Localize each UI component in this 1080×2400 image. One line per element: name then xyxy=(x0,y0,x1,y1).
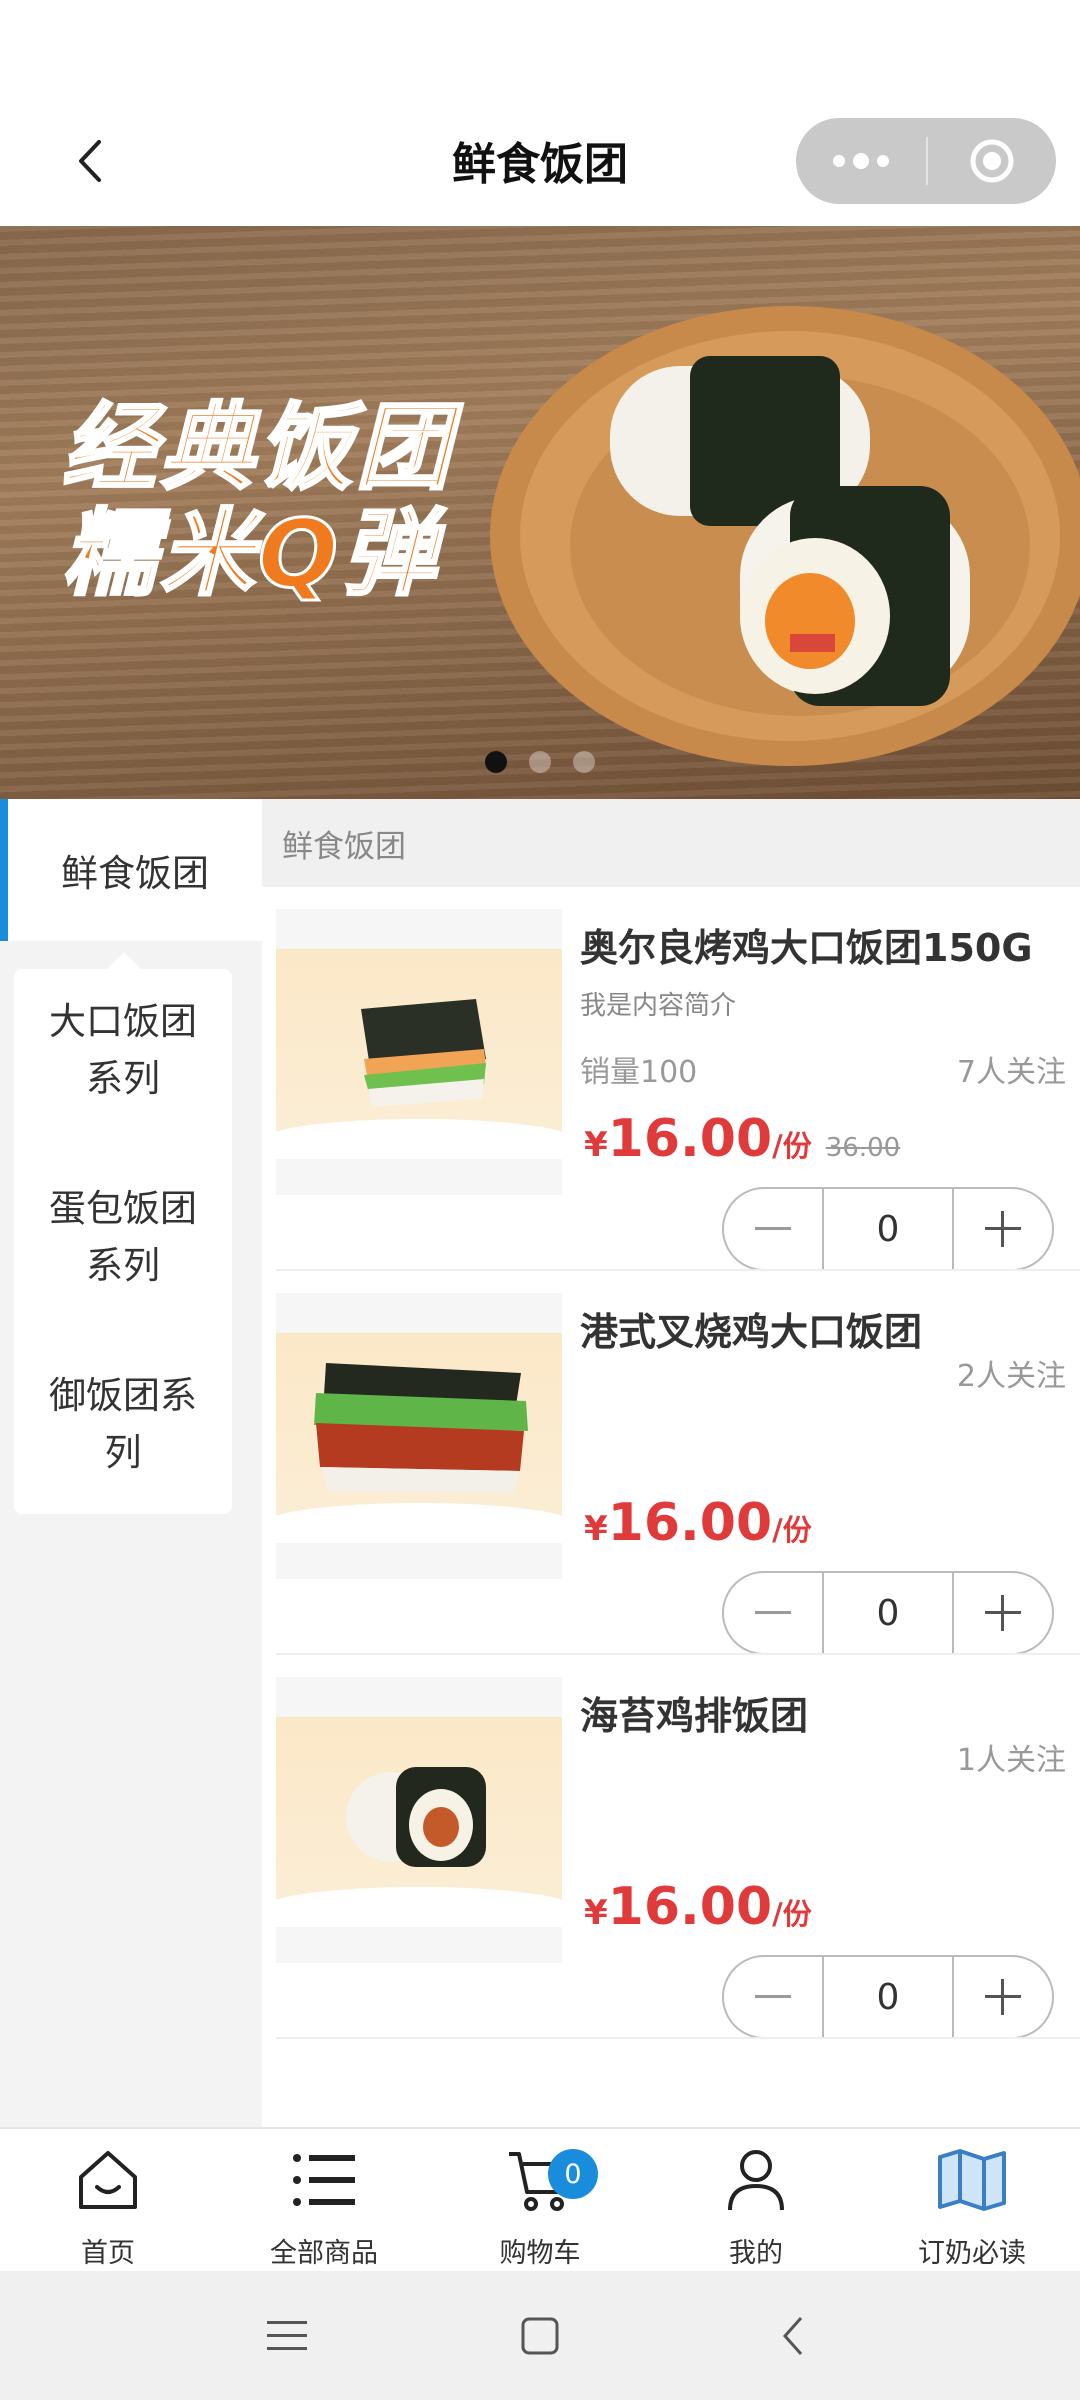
product-image xyxy=(276,1293,562,1579)
user-icon xyxy=(719,2143,793,2217)
product-name: 奥尔良烤鸡大口饭团150G xyxy=(580,926,1033,970)
quantity-stepper: 0 xyxy=(722,1571,1054,1655)
system-nav-bar xyxy=(0,2271,1080,2400)
onigiri-image xyxy=(346,1767,486,1867)
product-follow-count: 1人关注 xyxy=(956,1743,1066,1778)
home-nav-button[interactable] xyxy=(510,2306,570,2366)
quantity-value[interactable]: 0 xyxy=(822,1957,954,2037)
tab-label: 购物车 xyxy=(499,2238,581,2269)
sidebar-item-active[interactable]: 鲜食饭团 xyxy=(0,799,262,941)
cart-badge: 0 xyxy=(548,2149,598,2199)
banner-line-2: 糯米Q弹 xyxy=(60,500,440,609)
product-price: ¥16.00/份 36.00 xyxy=(584,1109,901,1169)
carousel-dots xyxy=(0,751,1080,773)
product-follow-count: 2人关注 xyxy=(956,1359,1066,1394)
increase-button[interactable] xyxy=(954,1189,1052,1269)
more-button[interactable] xyxy=(796,118,926,204)
tab-guide[interactable]: 订奶必读 xyxy=(864,2129,1080,2271)
tab-label: 全部商品 xyxy=(270,2238,378,2269)
product-card[interactable]: 港式叉烧鸡大口饭团 2人关注 ¥16.00/份 0 xyxy=(262,1271,1080,1655)
quantity-value[interactable]: 0 xyxy=(822,1573,954,1653)
tab-home[interactable]: 首页 xyxy=(0,2129,216,2271)
banner-slogan: 经典饭团 糯米Q弹 xyxy=(60,394,455,609)
nav-header: 鲜食饭团 xyxy=(0,0,1080,226)
decrease-button[interactable] xyxy=(724,1189,822,1269)
plus-icon xyxy=(985,1979,1021,2015)
product-card[interactable]: 奥尔良烤鸡大口饭团150G 我是内容简介 销量100 7人关注 ¥16.00/份… xyxy=(262,887,1080,1271)
decrease-button[interactable] xyxy=(724,1573,822,1653)
plus-icon xyxy=(985,1595,1021,1631)
minus-icon xyxy=(755,1611,791,1614)
category-sidebar: 鲜食饭团 大口饭团 系列 蛋包饭团 系列 御饭团系列 xyxy=(0,799,262,2127)
tab-profile[interactable]: 我的 xyxy=(648,2129,864,2271)
product-sales: 销量100 xyxy=(580,1055,698,1090)
more-icon xyxy=(833,155,845,167)
list-icon xyxy=(287,2143,361,2217)
tab-cart[interactable]: 0 购物车 xyxy=(432,2129,648,2271)
home-icon xyxy=(71,2143,145,2217)
subcategory-item[interactable]: 大口饭团 系列 xyxy=(14,993,232,1107)
tab-label: 订奶必读 xyxy=(918,2238,1026,2269)
book-icon xyxy=(935,2143,1009,2217)
promo-banner[interactable]: 经典饭团 糯米Q弹 xyxy=(0,226,1080,799)
banner-line-1: 经典饭团 xyxy=(60,394,455,503)
plus-icon xyxy=(985,1211,1021,1247)
product-name: 港式叉烧鸡大口饭团 xyxy=(580,1310,923,1354)
decrease-button[interactable] xyxy=(724,1957,822,2037)
subcategory-card: 大口饭团 系列 蛋包饭团 系列 御饭团系列 xyxy=(14,952,232,1514)
original-price: 36.00 xyxy=(825,1133,901,1163)
minus-icon xyxy=(755,1227,791,1230)
close-miniprogram-button[interactable] xyxy=(928,118,1056,204)
minus-icon xyxy=(755,1995,791,1998)
section-header: 鲜食饭团 xyxy=(262,799,1080,887)
tab-label: 首页 xyxy=(81,2238,135,2269)
product-image xyxy=(276,1677,562,1963)
miniprogram-capsule xyxy=(796,118,1056,204)
square-icon xyxy=(521,2317,559,2354)
tab-all-products[interactable]: 全部商品 xyxy=(216,2129,432,2271)
back-nav-button[interactable] xyxy=(763,2306,823,2366)
product-follow-count: 7人关注 xyxy=(956,1055,1066,1090)
carousel-dot[interactable] xyxy=(529,751,551,773)
chevron-left-icon xyxy=(783,2316,803,2355)
product-image xyxy=(276,909,562,1195)
quantity-stepper: 0 xyxy=(722,1187,1054,1271)
subcategory-item[interactable]: 蛋包饭团 系列 xyxy=(14,1180,232,1294)
carousel-dot[interactable] xyxy=(573,751,595,773)
increase-button[interactable] xyxy=(954,1957,1052,2037)
quantity-stepper: 0 xyxy=(722,1955,1054,2039)
page: 鲜食饭团 经典饭团 糯米Q弹 鲜食饭团 大口饭团 系列 蛋包饭团 系列 御饭团系… xyxy=(0,0,1080,2400)
onigiri-plate-image xyxy=(490,306,1080,766)
product-price: ¥16.00/份 xyxy=(584,1877,812,1937)
tab-label: 我的 xyxy=(729,2238,783,2269)
subcategory-item[interactable]: 御饭团系列 xyxy=(14,1367,232,1481)
bottom-tab-bar: 首页 全部商品 0 购物车 我的 订奶必读 xyxy=(0,2127,1080,2271)
target-close-icon xyxy=(970,139,1014,183)
onigiri-image xyxy=(314,1363,528,1493)
product-card[interactable]: 海苔鸡排饭团 1人关注 ¥16.00/份 0 xyxy=(262,1655,1080,2039)
carousel-dot[interactable] xyxy=(485,751,507,773)
menu-icon xyxy=(266,2320,307,2350)
product-price: ¥16.00/份 xyxy=(584,1493,812,1553)
increase-button[interactable] xyxy=(954,1573,1052,1653)
quantity-value[interactable]: 0 xyxy=(822,1189,954,1269)
onigiri-image xyxy=(361,999,486,1107)
menu-nav-button[interactable] xyxy=(257,2306,317,2366)
product-name: 海苔鸡排饭团 xyxy=(580,1694,809,1738)
product-desc: 我是内容简介 xyxy=(580,991,737,1021)
